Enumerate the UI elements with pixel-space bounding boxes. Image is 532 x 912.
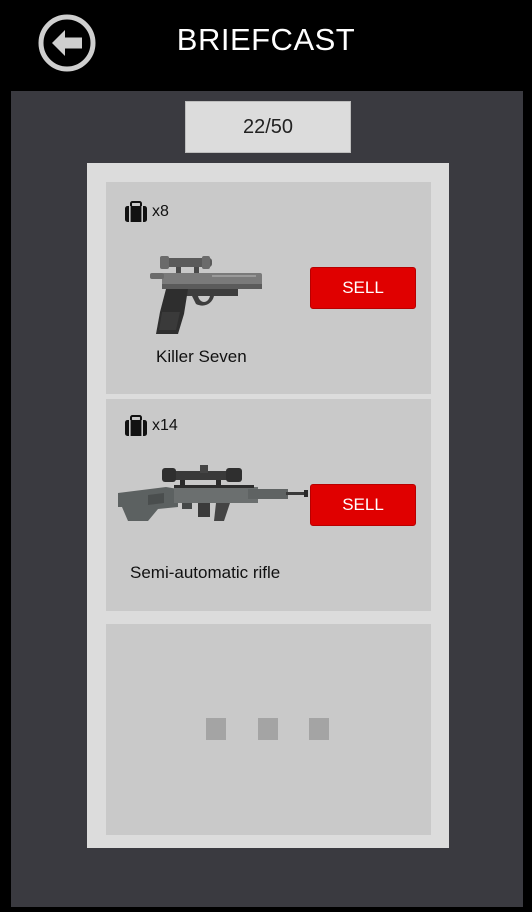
list-item: x14 SELL Semi-automatic rifle xyxy=(106,399,431,611)
sell-button[interactable]: SELL xyxy=(310,267,416,309)
item-name: Semi-automatic rifle xyxy=(130,563,281,582)
pistol-image xyxy=(150,256,262,334)
page-title: BRIEFCAST xyxy=(176,22,356,57)
sell-button[interactable]: SELL xyxy=(310,484,416,526)
rifle-image xyxy=(118,465,308,521)
ellipsis-dot xyxy=(309,718,329,740)
item-quantity: x8 xyxy=(124,201,169,223)
ellipsis-dot xyxy=(206,718,226,740)
list-item: x8 SELL Killer Seven xyxy=(106,182,431,394)
briefcase-icon xyxy=(125,201,147,222)
item-quantity-label: x14 xyxy=(152,417,178,434)
item-quantity: x14 xyxy=(124,415,178,437)
ellipsis-dot xyxy=(258,718,278,740)
ellipsis-icon xyxy=(206,718,331,740)
item-name: Killer Seven xyxy=(156,347,247,366)
briefcase-icon xyxy=(125,415,147,436)
app-header: BRIEFCAST xyxy=(0,0,532,90)
item-quantity-label: x8 xyxy=(152,203,169,220)
briefcase-panel: 22/50 x8 SELL Killer Seven x14 SELL Semi… xyxy=(11,91,523,907)
capacity-counter: 22/50 xyxy=(185,101,351,153)
item-list[interactable]: x8 SELL Killer Seven x14 SELL Semi-autom… xyxy=(87,163,449,848)
empty-slot xyxy=(106,624,431,835)
